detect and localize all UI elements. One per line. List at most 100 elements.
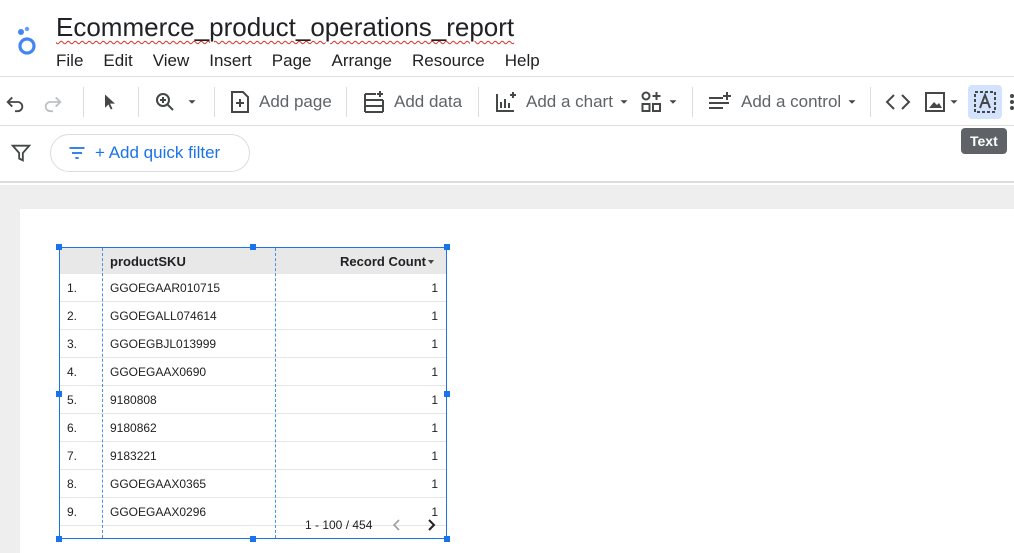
add-chart-icon (496, 91, 516, 112)
toolbar-separator (214, 87, 215, 117)
toolbar-separator (83, 87, 84, 117)
previous-page-icon[interactable] (390, 518, 404, 532)
record-count-cell: 1 (431, 420, 438, 435)
resize-handle[interactable] (56, 244, 62, 250)
cursor-arrow-icon (105, 94, 115, 109)
menu-page[interactable]: Page (262, 49, 322, 73)
record-count-cell: 1 (431, 280, 438, 295)
resize-handle[interactable] (250, 244, 256, 250)
add-chart-button[interactable]: Add a chart (494, 77, 631, 126)
image-icon (925, 91, 945, 112)
row-number: 7. (67, 448, 78, 463)
column-header-record-count[interactable]: Record Count (275, 248, 446, 274)
table-row[interactable]: 2. GGOEGALL074614 1 (60, 302, 446, 330)
menu-help[interactable]: Help (495, 49, 550, 73)
product-sku-cell: GGOEGALL074614 (110, 308, 217, 323)
add-page-button[interactable]: Add page (229, 77, 332, 126)
add-component-icon (641, 91, 661, 112)
column-divider (102, 248, 103, 538)
table-row[interactable]: 1. GGOEGAAR010715 1 (60, 274, 446, 302)
add-page-label: Add page (259, 91, 332, 111)
filter-list-icon (69, 147, 85, 159)
row-number: 1. (67, 280, 78, 295)
menu-arrange[interactable]: Arrange (321, 49, 401, 73)
next-page-icon[interactable] (424, 518, 438, 532)
toolbar-separator (870, 87, 871, 117)
menu-file[interactable]: File (46, 49, 93, 73)
add-control-button[interactable]: Add a control (707, 77, 859, 126)
add-chart-label: Add a chart (526, 91, 613, 111)
row-number: 6. (67, 420, 78, 435)
code-brackets-icon (885, 93, 911, 110)
sort-descending-icon[interactable] (426, 257, 436, 267)
resize-handle[interactable] (56, 391, 62, 397)
redo-icon (44, 96, 62, 112)
more-vert-icon (1010, 93, 1014, 110)
add-quick-filter-button[interactable]: + Add quick filter (50, 134, 250, 172)
add-control-icon (709, 91, 731, 109)
menu-edit[interactable]: Edit (93, 49, 142, 73)
table-row[interactable]: 8. GGOEGAAX0365 1 (60, 470, 446, 498)
toolbar-separator (138, 87, 139, 117)
row-number: 8. (67, 476, 78, 491)
table-row[interactable]: 7. 9183221 1 (60, 442, 446, 470)
zoom-in-icon (156, 92, 174, 111)
table-row[interactable]: 6. 9180862 1 (60, 414, 446, 442)
column-header-productsku[interactable]: productSKU (102, 248, 275, 274)
menu-bar: File Edit View Insert Page Arrange Resou… (46, 49, 550, 73)
row-number-header (60, 248, 102, 274)
dropdown-arrow-icon (669, 99, 677, 104)
resize-handle[interactable] (444, 391, 450, 397)
add-data-button[interactable]: Add data (362, 77, 462, 126)
table-row[interactable]: 4. GGOEGAAX0690 1 (60, 358, 446, 386)
toolbar-separator (346, 87, 347, 117)
menu-view[interactable]: View (143, 49, 200, 73)
row-number: 2. (67, 308, 78, 323)
resize-handle[interactable] (444, 244, 450, 250)
column-divider (275, 248, 276, 538)
add-quick-filter-label: + Add quick filter (95, 143, 221, 162)
toolbar-separator (478, 87, 479, 117)
row-number: 4. (67, 364, 78, 379)
dropdown-arrow-icon (188, 99, 196, 104)
record-count-cell: 1 (431, 448, 438, 463)
product-sku-cell: 9180862 (110, 420, 157, 435)
embed-code-button[interactable] (885, 77, 911, 126)
add-component-button[interactable] (640, 77, 680, 126)
table-row[interactable]: 5. 9180808 1 (60, 386, 446, 414)
table-pagination: 1 - 100 / 454 (60, 512, 446, 538)
looker-studio-logo-icon[interactable] (12, 24, 42, 56)
resize-handle[interactable] (444, 536, 450, 542)
menu-resource[interactable]: Resource (402, 49, 495, 73)
row-number: 5. (67, 392, 78, 407)
redo-button[interactable] (42, 77, 66, 126)
product-sku-cell: 9183221 (110, 448, 157, 463)
add-data-icon (364, 90, 384, 113)
record-count-cell: 1 (431, 336, 438, 351)
app-header: Ecommerce_product_operations_report File… (0, 0, 1014, 76)
pagination-text: 1 - 100 / 454 (305, 518, 373, 532)
filter-funnel-icon[interactable] (10, 142, 32, 164)
menu-insert[interactable]: Insert (199, 49, 262, 73)
image-button[interactable] (924, 77, 961, 126)
text-tool-button[interactable] (968, 85, 1002, 119)
undo-button[interactable] (4, 77, 28, 126)
zoom-button[interactable] (153, 77, 201, 126)
product-sku-cell: 9180808 (110, 392, 157, 407)
record-count-cell: 1 (431, 476, 438, 491)
toolbar: Add page Add data Add a chart Add a cont… (0, 76, 1014, 126)
more-options-button[interactable] (1008, 77, 1014, 126)
report-title[interactable]: Ecommerce_product_operations_report (56, 12, 514, 43)
select-tool-button[interactable] (100, 77, 122, 126)
record-count-cell: 1 (431, 364, 438, 379)
dropdown-arrow-icon (848, 99, 856, 104)
dropdown-arrow-icon (620, 99, 628, 104)
resize-handle[interactable] (56, 536, 62, 542)
table-row[interactable]: 3. GGOEGBJL013999 1 (60, 330, 446, 358)
resize-handle[interactable] (250, 536, 256, 542)
table-chart[interactable]: productSKU Record Count 1. GGOEGAAR010715… (59, 247, 447, 539)
add-data-label: Add data (394, 91, 463, 111)
text-tooltip: Text (961, 128, 1007, 154)
product-sku-cell: GGOEGAAX0690 (110, 364, 207, 379)
text-box-icon (974, 91, 996, 113)
